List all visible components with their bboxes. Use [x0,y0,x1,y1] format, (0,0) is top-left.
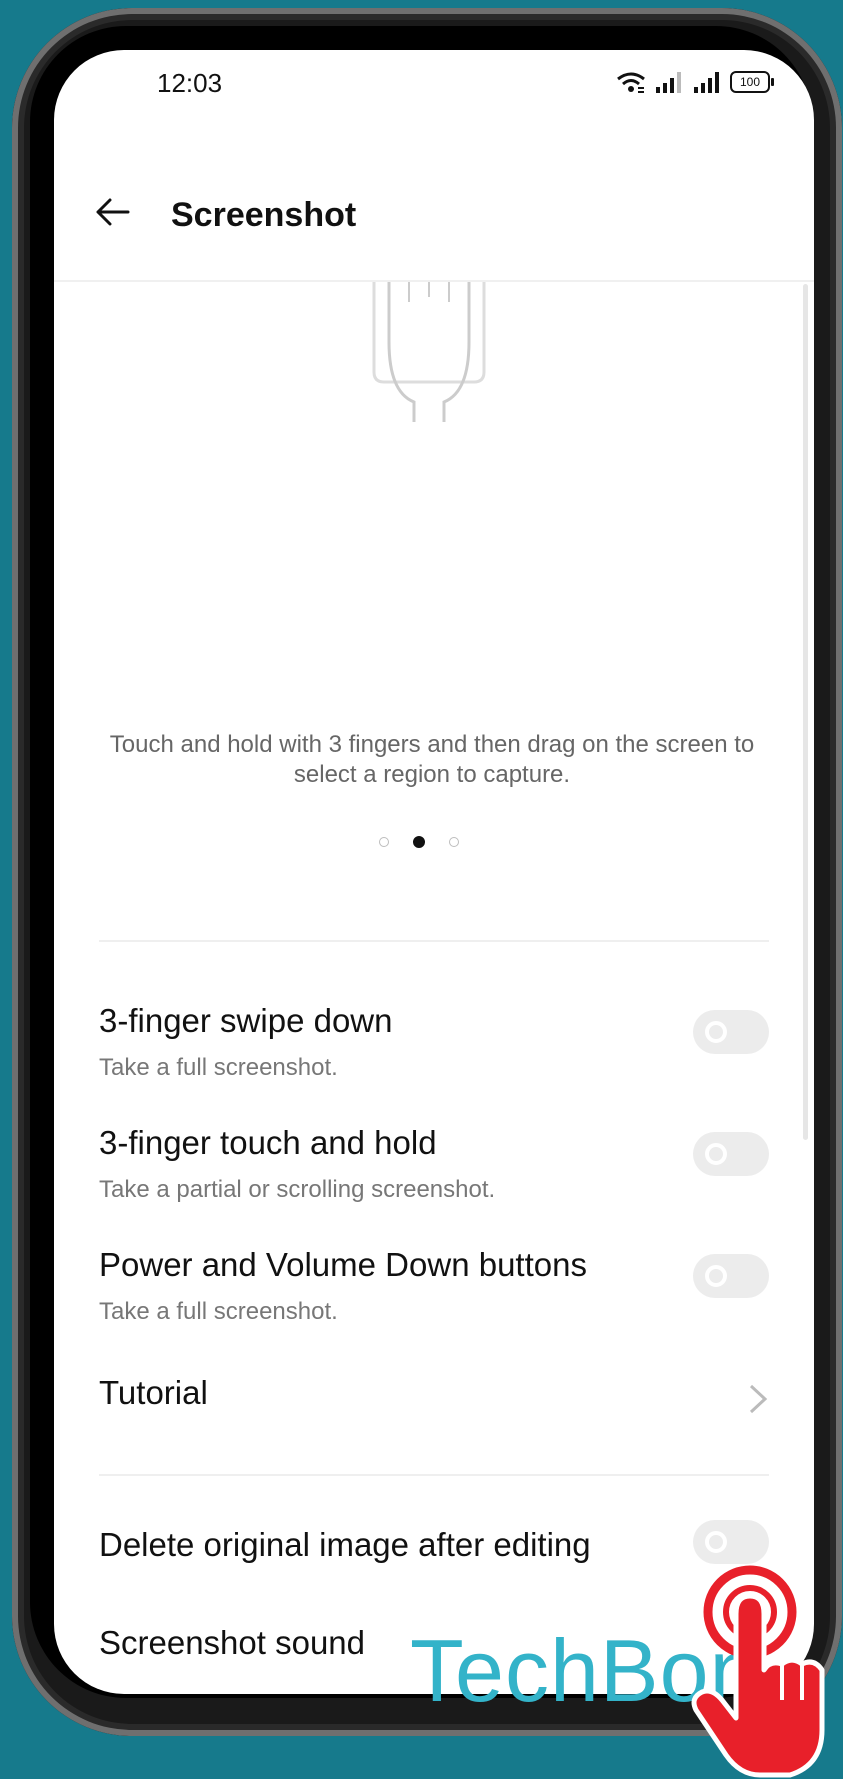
setting-row-delete-original[interactable]: Delete original image after editing [99,1520,769,1564]
tutorial-caption: Touch and hold with 3 fingers and then d… [109,731,755,788]
toggle-knob [705,1531,727,1553]
setting-row-3-finger-hold[interactable]: 3-finger touch and hold Take a partial o… [99,1124,769,1204]
page-dot[interactable] [449,837,459,847]
hand-pointer-icon [691,1565,825,1778]
app-header: Screenshot [54,140,814,282]
toggle-knob [705,1265,727,1287]
hand-illustration [372,282,486,422]
page-dot-active[interactable] [413,836,425,848]
page-indicator[interactable] [379,836,459,848]
setting-row-3-finger-swipe[interactable]: 3-finger swipe down Take a full screensh… [99,1002,769,1082]
signal-icon [656,72,681,93]
section-divider [99,940,769,942]
scrollbar[interactable] [803,284,808,1140]
battery-icon: 100 [730,71,774,93]
toggle-knob [705,1021,727,1043]
chevron-right-icon [749,1384,768,1414]
setting-title: Delete original image after editing [99,1526,591,1563]
tutorial-label: Tutorial [99,1374,208,1411]
setting-subtitle: Take a full screenshot. [99,1298,338,1325]
status-icons: 100 [616,64,774,100]
setting-subtitle: Take a partial or scrolling screenshot. [99,1176,496,1203]
signal-icon [694,72,719,93]
section-divider [99,1474,769,1476]
tutorial-row[interactable]: Tutorial [99,1374,769,1424]
toggle-3-finger-swipe[interactable] [693,1010,769,1054]
toggle-3-finger-hold[interactable] [693,1132,769,1176]
wifi-icon [617,72,645,93]
toggle-knob [705,1143,727,1165]
page-dot[interactable] [379,837,389,847]
setting-row-power-volume[interactable]: Power and Volume Down buttons Take a ful… [99,1246,769,1326]
setting-title: Power and Volume Down buttons [99,1246,587,1283]
setting-title: 3-finger swipe down [99,1002,393,1039]
back-arrow-icon[interactable] [92,192,132,232]
screen: 12:03 100 Screenshot Touch and hold with… [54,50,814,1694]
toggle-delete-original[interactable] [693,1520,769,1564]
setting-subtitle: Take a full screenshot. [99,1054,338,1081]
toggle-power-volume[interactable] [693,1254,769,1298]
settings-content: Touch and hold with 3 fingers and then d… [54,282,814,1694]
page-title: Screenshot [171,196,357,234]
status-bar: 12:03 100 [54,50,814,140]
status-time: 12:03 [157,68,223,98]
setting-title: 3-finger touch and hold [99,1124,437,1161]
